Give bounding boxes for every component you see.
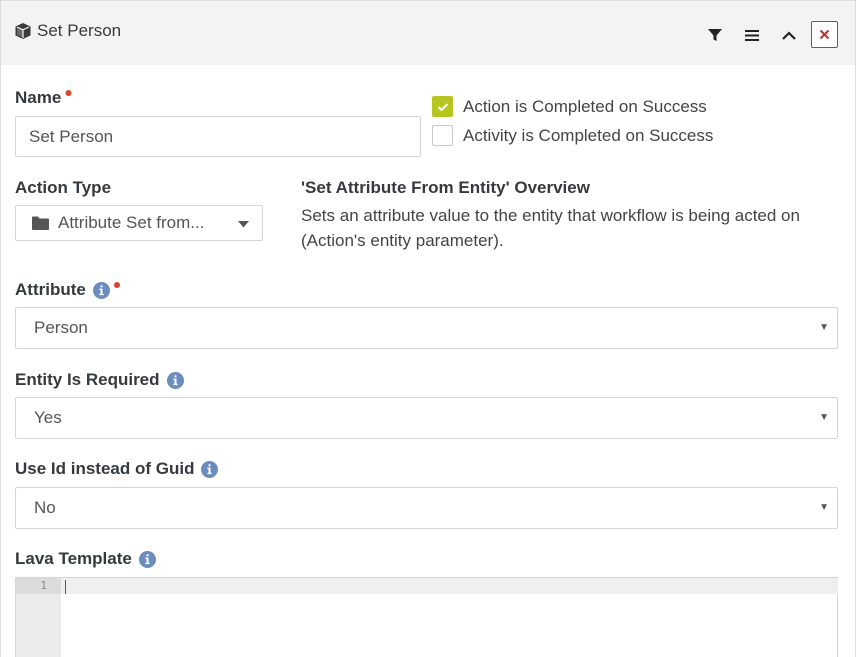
line-number: 1 xyxy=(16,578,61,594)
entity-required-label: Entity Is Required xyxy=(15,370,184,390)
attribute-select-value: Person xyxy=(34,318,88,337)
entity-required-label-text: Entity Is Required xyxy=(15,370,160,389)
use-id-label: Use Id instead of Guid xyxy=(15,459,219,479)
lava-template-label-text: Lava Template xyxy=(15,549,132,568)
use-id-select[interactable]: No ▼ xyxy=(15,487,838,529)
attribute-label: Attribute ● xyxy=(15,276,121,300)
use-id-select-value: No xyxy=(34,498,56,517)
entity-required-select-value: Yes xyxy=(34,408,62,427)
folder-icon xyxy=(32,216,49,230)
info-icon[interactable] xyxy=(166,371,184,389)
required-indicator: ● xyxy=(64,84,73,100)
filter-icon xyxy=(708,29,722,41)
attribute-label-text: Attribute xyxy=(15,280,86,299)
name-label-text: Name xyxy=(15,88,62,107)
menu-button[interactable] xyxy=(738,21,766,49)
action-completed-label: Action is Completed on Success xyxy=(463,96,707,116)
action-panel: Set Person Name ● Set Person Action is C… xyxy=(0,0,856,657)
panel-header: Set Person xyxy=(1,1,855,65)
activity-completed-label: Activity is Completed on Success xyxy=(463,125,714,145)
activity-completed-checkbox[interactable] xyxy=(432,125,453,146)
text-cursor xyxy=(65,580,66,594)
action-completed-checkbox-row[interactable]: Action is Completed on Success xyxy=(432,96,707,117)
cube-icon xyxy=(15,23,31,39)
lava-template-label: Lava Template xyxy=(15,549,156,569)
info-icon[interactable] xyxy=(92,281,110,299)
filter-button[interactable] xyxy=(701,21,729,49)
required-indicator: ● xyxy=(112,276,122,292)
chevron-up-icon xyxy=(782,31,796,40)
use-id-label-text: Use Id instead of Guid xyxy=(15,459,195,478)
name-input-value: Set Person xyxy=(29,126,114,146)
action-type-label-text: Action Type xyxy=(15,178,112,197)
action-type-label: Action Type xyxy=(15,178,111,198)
name-input[interactable]: Set Person xyxy=(15,116,421,157)
attribute-select[interactable]: Person ▼ xyxy=(15,307,838,349)
action-completed-checkbox[interactable] xyxy=(432,96,453,117)
panel-title: Set Person xyxy=(14,21,121,41)
select-arrow-icon: ▼ xyxy=(819,322,829,333)
caret-down-icon xyxy=(238,221,249,228)
action-type-picker[interactable]: Attribute Set from... xyxy=(15,205,263,241)
overview-description: Sets an attribute value to the entity th… xyxy=(301,206,800,250)
info-icon[interactable] xyxy=(138,550,156,568)
activity-completed-checkbox-row[interactable]: Activity is Completed on Success xyxy=(432,125,713,146)
checkmark-icon xyxy=(437,102,448,111)
action-type-value: Attribute Set from... xyxy=(58,213,205,232)
info-icon[interactable] xyxy=(201,460,219,478)
select-arrow-icon: ▼ xyxy=(819,412,829,423)
panel-title-text: Set Person xyxy=(37,21,122,40)
name-label: Name ● xyxy=(15,84,73,108)
overview-title: 'Set Attribute From Entity' Overview xyxy=(301,178,590,197)
close-icon xyxy=(819,29,830,40)
menu-icon xyxy=(745,30,759,41)
collapse-button[interactable] xyxy=(775,21,803,49)
entity-required-select[interactable]: Yes ▼ xyxy=(15,397,838,439)
lava-template-editor[interactable]: 1 xyxy=(15,577,838,657)
select-arrow-icon: ▼ xyxy=(819,502,829,513)
editor-active-line[interactable] xyxy=(61,578,838,594)
close-button[interactable] xyxy=(811,21,838,48)
